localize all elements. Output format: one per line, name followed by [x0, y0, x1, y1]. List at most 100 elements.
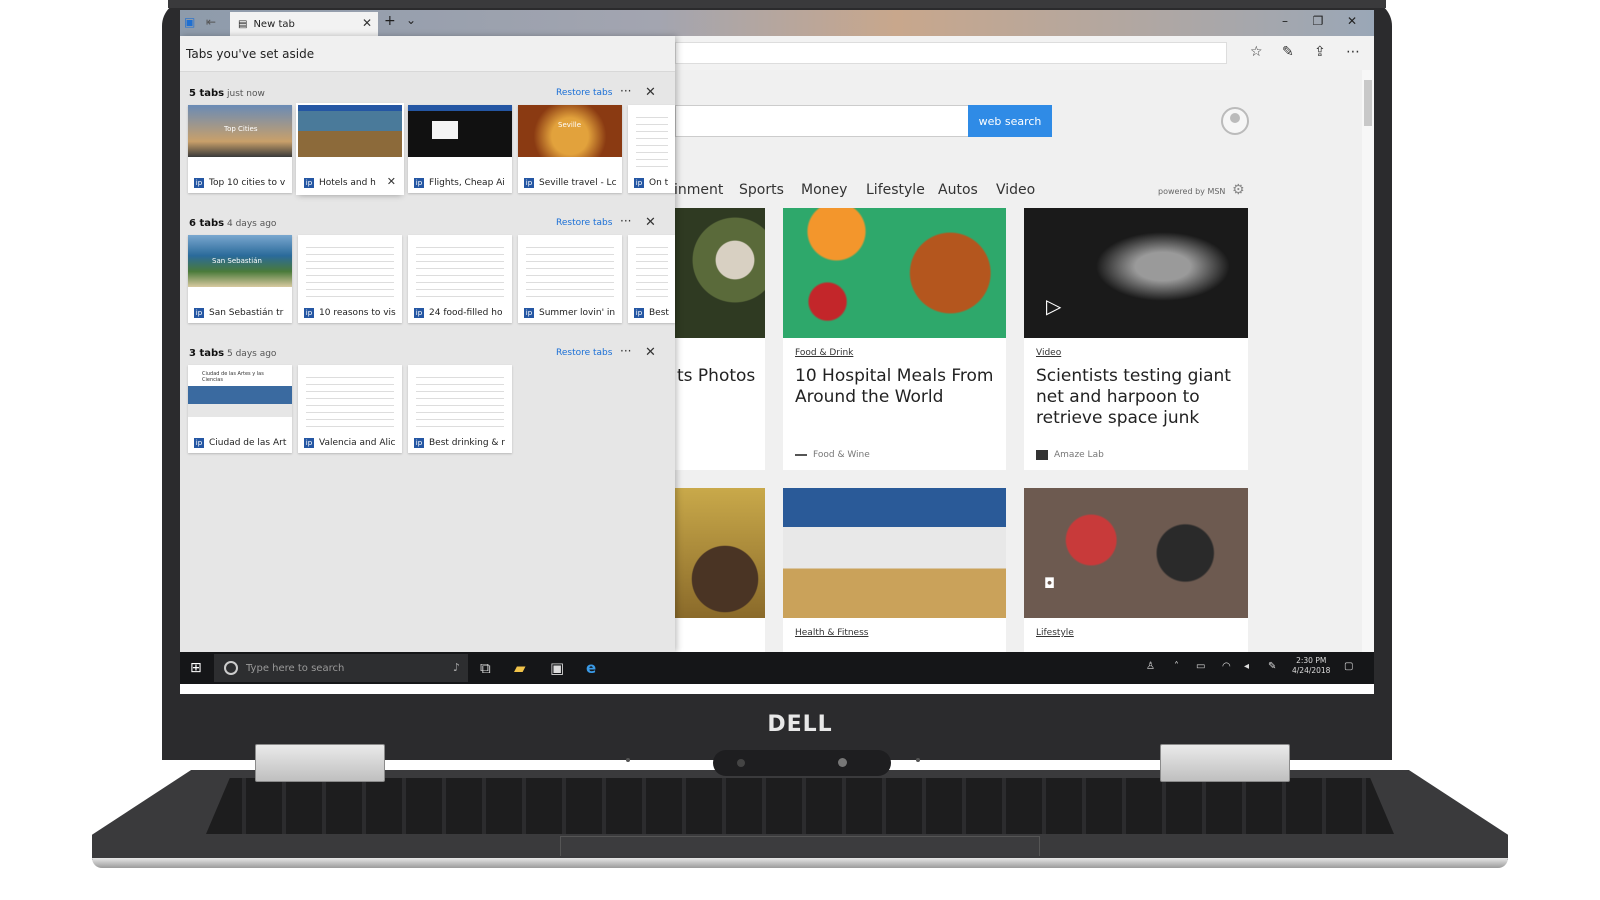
set-aside-tabs-icon[interactable]: ⇤: [206, 15, 216, 29]
scrollbar[interactable]: [1362, 70, 1374, 652]
star-icon[interactable]: ☆: [1250, 44, 1263, 60]
nav-lifestyle[interactable]: Lifestyle: [866, 182, 925, 198]
people-icon[interactable]: ♙: [1146, 661, 1155, 672]
battery-icon[interactable]: ▭: [1196, 661, 1205, 672]
notifications-icon[interactable]: ▢: [1344, 661, 1353, 672]
thumbnail-image: Seville: [518, 105, 622, 157]
news-card[interactable]: ts Photos: [665, 208, 765, 470]
tab-group: 3 tabs 5 days ago Restore tabs ··· ✕ Ciu…: [180, 344, 675, 478]
thumbnail-image: Ciudad de las Artes y las Ciencias: [188, 365, 292, 417]
tab-group: 6 tabs 4 days ago Restore tabs ··· ✕ San…: [180, 214, 675, 348]
nav-sports[interactable]: Sports: [739, 182, 784, 198]
laptop-base-edge: [92, 858, 1508, 868]
tab-thumbnail[interactable]: San Sebastián ip San Sebastián tr: [188, 235, 292, 323]
photo-stage: DELL ▣ ⇤ ▤ New tab ✕ + ⌄ – ❐ ✕ ☆ ✎ ⇪ ⋯ w…: [0, 0, 1600, 900]
windows-start-icon[interactable]: ⊞: [190, 660, 202, 676]
restore-tabs-link[interactable]: Restore tabs: [556, 88, 612, 98]
tab-label: ip Seville travel - Lc: [524, 178, 617, 188]
close-icon[interactable]: ✕: [645, 85, 656, 100]
chevron-up-icon[interactable]: ˄: [1174, 661, 1179, 672]
tab-thumbnail[interactable]: ip Valencia and Alic: [298, 365, 402, 453]
close-icon[interactable]: ✕: [645, 215, 656, 230]
laptop-brand-logo: DELL: [767, 712, 833, 737]
news-card[interactable]: ▷ Video Scientists testing giant net and…: [1024, 208, 1248, 470]
web-search-button[interactable]: web search: [968, 105, 1052, 137]
pen-workspace-icon[interactable]: ✎: [1268, 661, 1276, 672]
page-icon: ▤: [238, 18, 248, 30]
more-icon[interactable]: ···: [620, 214, 631, 228]
restore-tabs-link[interactable]: Restore tabs: [556, 348, 612, 358]
minimize-button[interactable]: –: [1275, 14, 1295, 28]
tab-thumbnail[interactable]: ip Summer lovin' in: [518, 235, 622, 323]
address-input[interactable]: [675, 42, 1227, 64]
nav-entertainment[interactable]: inment: [674, 182, 723, 198]
tab-thumbnail[interactable]: ip Hotels and h ✕: [296, 103, 404, 195]
card-category[interactable]: Food & Drink: [795, 348, 853, 358]
system-clock[interactable]: 2:30 PM 4/24/2018: [1292, 656, 1330, 676]
thumbnail-image: [306, 371, 394, 427]
volume-icon[interactable]: ◂: [1244, 661, 1249, 672]
tab-new-tab[interactable]: ▤ New tab ✕: [230, 12, 378, 36]
store-icon[interactable]: ▣: [550, 659, 564, 677]
pen-icon[interactable]: ✎: [1282, 44, 1294, 60]
gear-icon[interactable]: ⚙: [1232, 182, 1245, 198]
new-tab-button[interactable]: +: [384, 13, 396, 29]
nav-video[interactable]: Video: [996, 182, 1035, 198]
tab-thumbnail[interactable]: Ciudad de las Artes y las Ciencias ip Ciu…: [188, 365, 292, 453]
tab-close-icon[interactable]: ✕: [362, 16, 372, 30]
maximize-button[interactable]: ❐: [1308, 14, 1328, 28]
play-icon[interactable]: ▷: [1046, 294, 1061, 318]
tab-label: ip On t: [634, 178, 669, 188]
tab-label: ip Top 10 cities to v: [194, 178, 286, 188]
close-window-button[interactable]: ✕: [1342, 14, 1362, 28]
tab-preview-icon[interactable]: ▣: [184, 15, 195, 29]
card-category[interactable]: Health & Fitness: [795, 628, 868, 638]
nav-money[interactable]: Money: [801, 182, 847, 198]
close-icon[interactable]: ✕: [387, 175, 396, 188]
space-junk-video-thumbnail: ▷: [1024, 208, 1248, 338]
thumbnail-image: [408, 105, 512, 157]
search-placeholder: Type here to search: [246, 662, 345, 674]
more-icon[interactable]: ⋯: [1346, 44, 1360, 60]
tab-label: ip Flights, Cheap Ai: [414, 178, 505, 188]
share-icon[interactable]: ⇪: [1314, 44, 1326, 60]
tab-thumbnail[interactable]: ip Best drinking & r: [408, 365, 512, 453]
news-card[interactable]: ◘ Lifestyle: [1024, 488, 1248, 668]
restore-tabs-link[interactable]: Restore tabs: [556, 218, 612, 228]
right-hinge: [1160, 744, 1290, 782]
taskbar-search-input[interactable]: Type here to search ♪: [214, 654, 468, 682]
task-view-icon[interactable]: ⧉: [480, 659, 491, 677]
tab-group: 5 tabs just now Restore tabs ··· ✕ Top C…: [180, 84, 675, 218]
favicon-icon: ip: [194, 178, 204, 188]
favicon-icon: ip: [304, 438, 314, 448]
tab-thumbnail[interactable]: Seville ip Seville travel - Lc: [518, 105, 622, 193]
tab-thumbnail[interactable]: ip Flights, Cheap Ai: [408, 105, 512, 193]
more-icon[interactable]: ···: [620, 344, 631, 358]
avatar-icon[interactable]: [1221, 107, 1249, 135]
tab-menu-chevron-icon[interactable]: ⌄: [406, 13, 416, 27]
tab-thumbnail[interactable]: ip On t: [628, 105, 675, 193]
bezel-sensor: [626, 758, 630, 762]
wifi-icon[interactable]: ◠: [1222, 661, 1231, 672]
scrollbar-thumb[interactable]: [1364, 80, 1372, 126]
tab-label: ip Best drinking & r: [414, 438, 505, 448]
panel-header: Tabs you've set aside: [180, 36, 675, 72]
nav-autos[interactable]: Autos: [938, 182, 978, 198]
favicon-icon: ip: [194, 438, 204, 448]
more-icon[interactable]: ···: [620, 84, 631, 98]
edge-icon[interactable]: e: [586, 659, 596, 677]
tab-thumbnail[interactable]: ip Best: [628, 235, 675, 323]
search-input[interactable]: [675, 105, 969, 137]
left-hinge: [255, 744, 385, 782]
microphone-icon[interactable]: ♪: [453, 661, 460, 674]
news-card[interactable]: Health & Fitness: [783, 488, 1006, 668]
file-explorer-icon[interactable]: ▰: [514, 659, 526, 677]
card-category[interactable]: Video: [1036, 348, 1061, 358]
tab-thumbnail[interactable]: Top Cities ip Top 10 cities to v: [188, 105, 292, 193]
news-card[interactable]: Food & Drink 10 Hospital Meals From Arou…: [783, 208, 1006, 470]
card-category[interactable]: Lifestyle: [1036, 628, 1074, 638]
tab-thumbnail[interactable]: ip 10 reasons to vis: [298, 235, 402, 323]
news-card[interactable]: [665, 488, 765, 668]
close-icon[interactable]: ✕: [645, 345, 656, 360]
tab-thumbnail[interactable]: ip 24 food-filled ho: [408, 235, 512, 323]
